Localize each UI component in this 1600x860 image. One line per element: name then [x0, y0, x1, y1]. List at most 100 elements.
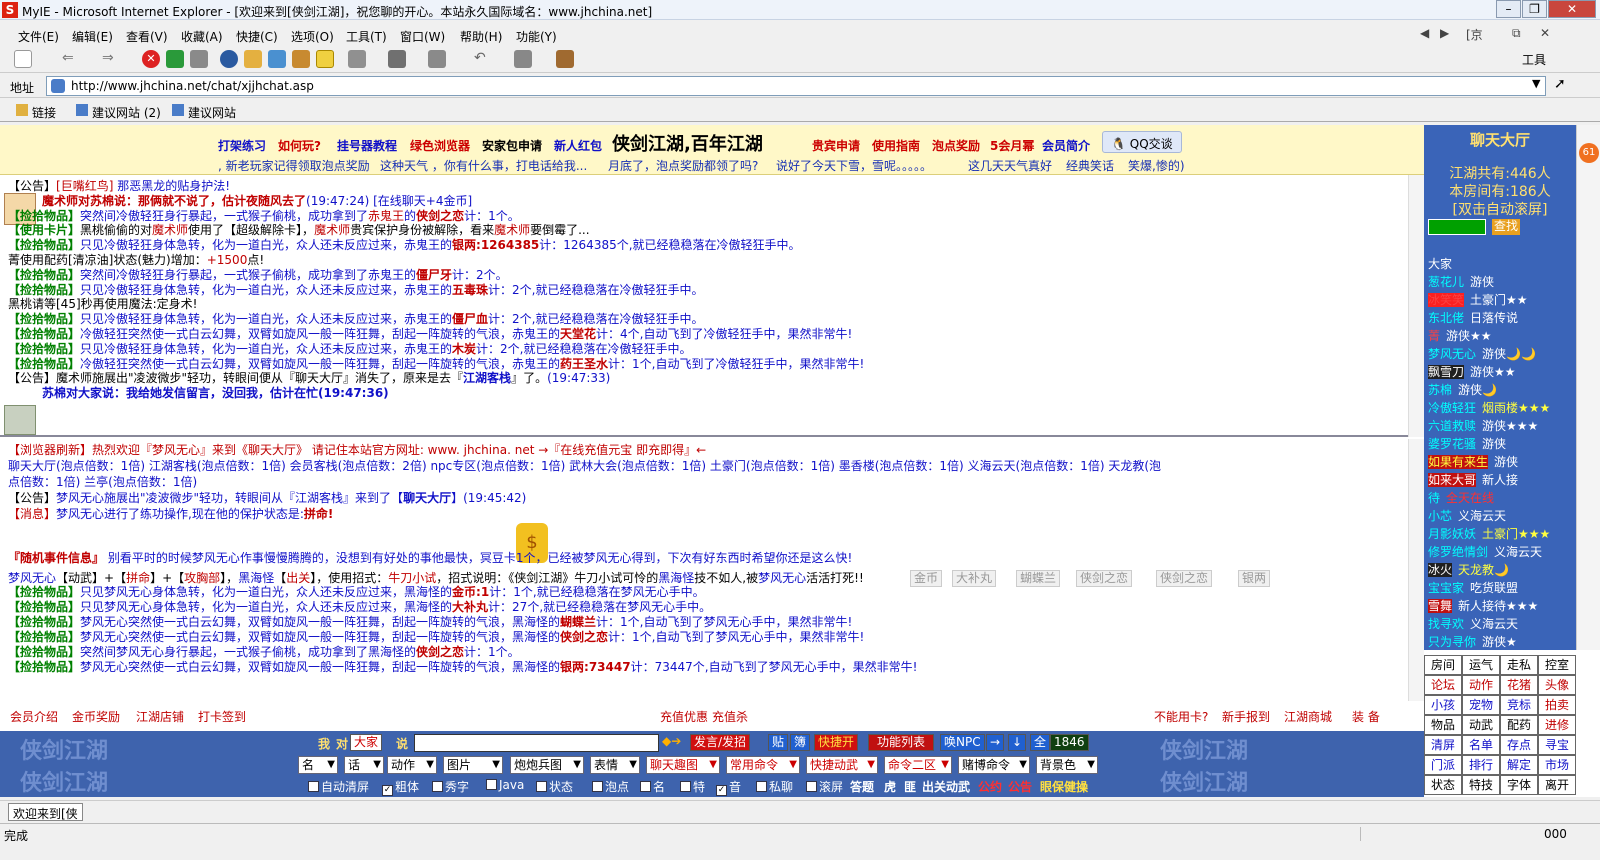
grid-button[interactable]: 名单	[1462, 735, 1500, 755]
unchecked-icon[interactable]	[486, 779, 497, 790]
option-checkbox[interactable]: ✓ 粗体	[382, 778, 419, 796]
marquee-item[interactable]: 说好了今天下雪，雪呢。。。。。	[776, 157, 932, 174]
user-name[interactable]: 大家	[1428, 257, 1452, 271]
marquee-item[interactable]: , 新老玩家记得领取泡点奖励	[218, 157, 370, 174]
back-icon[interactable]: ⇐	[62, 50, 80, 68]
marquee-item[interactable]: 这种天气 ，你有什么事，打电话给我...	[380, 157, 587, 174]
banner-link[interactable]: 贵宾申请	[812, 137, 860, 154]
marquee-item[interactable]: 笑爆,惨的)	[1128, 157, 1185, 174]
banner-link[interactable]: 会员简介	[1042, 137, 1090, 154]
command-select[interactable]: 聊天趣图	[646, 756, 720, 774]
window-list-icon[interactable]	[388, 50, 406, 68]
minimize-button[interactable]: –	[1496, 0, 1521, 18]
grid-button[interactable]: 房间	[1424, 655, 1462, 675]
command-select[interactable]: 话	[344, 756, 384, 774]
user-name[interactable]: 只为寻你	[1428, 635, 1476, 649]
chat-scrollbar[interactable]	[1408, 439, 1424, 701]
banner-link[interactable]: 打架练习	[218, 137, 266, 154]
send-button[interactable]: 发言/发招	[690, 734, 751, 751]
banner-link[interactable]: 挂号器教程	[337, 137, 397, 154]
user-name[interactable]: 小芯	[1428, 509, 1452, 523]
user-name[interactable]: 月影妖妖	[1428, 527, 1476, 541]
menu-favorites[interactable]: 收藏(A)	[181, 28, 223, 45]
user-entry[interactable]: 东北佬 日落传说	[1428, 309, 1518, 326]
user-entry[interactable]: 冷傲轻狂 烟雨楼★★★	[1428, 399, 1550, 416]
option-checkbox[interactable]: 滚屏	[806, 778, 843, 795]
menu-tools[interactable]: 工具(T)	[346, 28, 387, 45]
grid-button[interactable]: 物品	[1424, 715, 1462, 735]
user-name[interactable]: 婆罗花骚	[1428, 437, 1476, 451]
book-button[interactable]: 簿	[790, 734, 811, 751]
user-name[interactable]: 冷傲轻狂	[1428, 401, 1476, 415]
footer-link[interactable]: 江湖店铺	[136, 708, 184, 725]
user-name[interactable]: 菁	[1428, 329, 1440, 343]
go-icon[interactable]: ➚	[1554, 76, 1566, 92]
arrow-down-button[interactable]: ↓	[1008, 734, 1027, 751]
grid-button[interactable]: 走私	[1500, 655, 1538, 675]
footer-link[interactable]: 充值优惠	[660, 708, 708, 725]
close-window-button[interactable]: ✕	[1548, 0, 1596, 18]
loot-button[interactable]: 银两	[1238, 570, 1271, 587]
grid-button[interactable]: 小孩	[1424, 695, 1462, 715]
command-link[interactable]: 公告	[1008, 778, 1032, 795]
address-input[interactable]: http://www.jhchina.net/chat/xjjhchat.asp	[46, 76, 1546, 96]
unchecked-icon[interactable]	[680, 781, 691, 792]
maximize-button[interactable]: ❐	[1522, 0, 1547, 18]
marquee-item[interactable]: 经典笑话	[1066, 157, 1114, 174]
user-name[interactable]: 苏棉	[1428, 383, 1452, 397]
grid-button[interactable]: 拍卖	[1538, 695, 1576, 715]
grid-button[interactable]: 状态	[1424, 775, 1462, 795]
grid-button[interactable]: 字体	[1500, 775, 1538, 795]
prev-window-icon[interactable]: ◀	[1420, 26, 1429, 40]
user-entry[interactable]: 苏棉 游侠🌙	[1428, 381, 1497, 398]
footer-link[interactable]: 不能用卡?	[1154, 708, 1208, 725]
command-select[interactable]: 动作	[387, 756, 437, 774]
tab-active[interactable]: 欢迎来到[侠	[8, 803, 83, 821]
user-entry[interactable]: 小芯 义海云天	[1428, 507, 1506, 524]
favorites-icon[interactable]	[244, 50, 262, 68]
user-entry[interactable]: 宝宝家 吃货联盟	[1428, 579, 1518, 596]
banner-link[interactable]: 新人红包	[554, 137, 602, 154]
command-select[interactable]: 名	[298, 756, 338, 774]
grid-button[interactable]: 动武	[1462, 715, 1500, 735]
command-select[interactable]: 表情	[590, 756, 640, 774]
unchecked-icon[interactable]	[756, 781, 767, 792]
grid-button[interactable]: 进修	[1538, 715, 1576, 735]
menu-window[interactable]: 窗口(W)	[400, 28, 445, 45]
user-name[interactable]: 冰笑笑	[1428, 293, 1465, 307]
function-list-button[interactable]: 功能列表	[868, 734, 934, 751]
unchecked-icon[interactable]	[592, 781, 603, 792]
menu-file[interactable]: 文件(E)	[18, 28, 59, 45]
command-link[interactable]: 虎	[884, 778, 896, 795]
banner-link[interactable]: 5会月幂	[990, 137, 1034, 154]
user-entry[interactable]: 找寻欢 义海云天	[1428, 615, 1518, 632]
unchecked-icon[interactable]	[536, 781, 547, 792]
suggested-sites[interactable]: 建议网站	[188, 104, 236, 121]
grid-button[interactable]: 花猪	[1500, 675, 1538, 695]
user-name[interactable]: 待	[1428, 491, 1440, 505]
user-entry[interactable]: 梦风无心 游侠🌙🌙	[1428, 345, 1536, 362]
user-entry[interactable]: 冰笑笑 土豪门★★	[1428, 291, 1528, 308]
banner-link[interactable]: 泡点奖励	[932, 137, 980, 154]
footer-link[interactable]: 会员介绍	[10, 708, 58, 725]
select-all-button[interactable]: 全	[1030, 734, 1051, 751]
menu-options[interactable]: 选项(O)	[291, 28, 334, 45]
unchecked-icon[interactable]	[806, 781, 817, 792]
arrow-right-button[interactable]: →	[986, 734, 1005, 751]
user-entry[interactable]: 飘雪刀 游侠★★	[1428, 363, 1516, 380]
user-entry[interactable]: 只为寻你 游侠★	[1428, 633, 1517, 650]
unchecked-icon[interactable]	[308, 781, 319, 792]
user-name[interactable]: 如果有来生	[1428, 455, 1489, 469]
grid-button[interactable]: 排行	[1462, 755, 1500, 775]
grid-button[interactable]: 存点	[1500, 735, 1538, 755]
chat-scrollbar[interactable]	[1408, 175, 1424, 437]
user-name[interactable]: 宝宝家	[1428, 581, 1464, 595]
loot-button[interactable]: 大补丸	[952, 570, 997, 587]
option-checkbox[interactable]: 特	[680, 778, 705, 795]
user-entry[interactable]: 大家	[1428, 255, 1458, 272]
mdi-close-icon[interactable]: ✕	[1540, 26, 1550, 40]
address-dropdown-icon[interactable]: ▼	[1532, 77, 1540, 90]
print-icon[interactable]	[348, 50, 366, 68]
menu-shortcuts[interactable]: 快捷(C)	[236, 28, 278, 45]
grid-button[interactable]: 动作	[1462, 675, 1500, 695]
